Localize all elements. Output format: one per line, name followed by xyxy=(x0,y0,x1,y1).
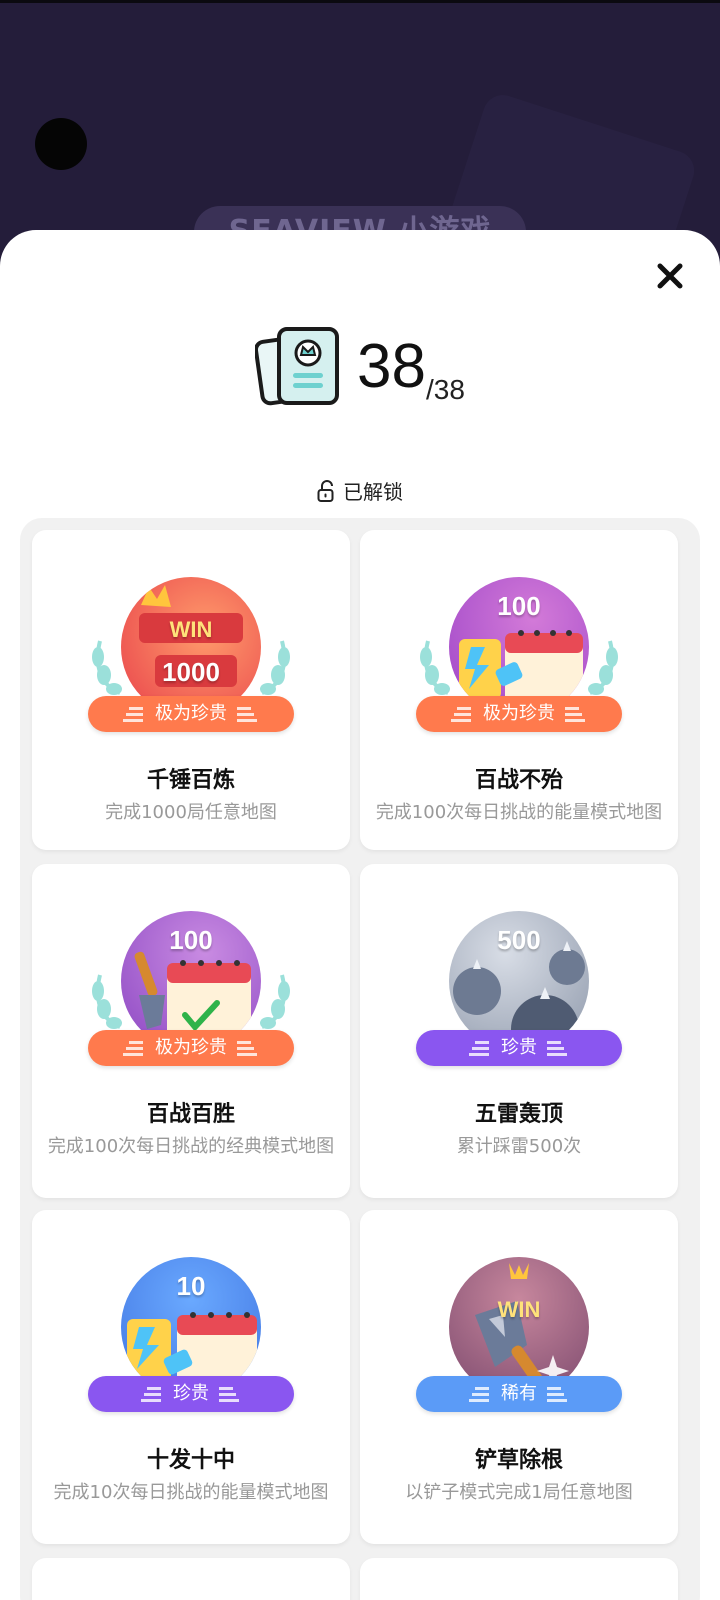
badge: 500 珍贵 xyxy=(360,864,678,1074)
achievement-title: 百战百胜 xyxy=(146,1102,235,1127)
achievements-sheet: 38 /38 已解锁 WIN 1000 极为珍贵 千锤百炼 完成1000局任意地… xyxy=(0,230,720,1600)
rarity-label: 珍贵 xyxy=(501,1037,537,1058)
medal-number: 100 xyxy=(497,591,541,621)
status-line xyxy=(0,0,720,3)
badge: 10 珍贵 xyxy=(32,1210,350,1420)
achievement-card[interactable] xyxy=(360,1558,678,1600)
achievement-card[interactable]: WIN 稀有 铲草除根 以铲子模式完成1局任意地图 xyxy=(360,1210,678,1544)
achievement-description: 完成10次每日挑战的能量模式地图 xyxy=(53,1482,329,1503)
badge: 100 极为珍贵 xyxy=(32,864,350,1074)
rarity-bars-icon xyxy=(469,1041,489,1056)
achievement-card[interactable] xyxy=(32,1558,350,1600)
rarity-badge: 极为珍贵 xyxy=(416,696,622,732)
achievement-card[interactable]: 10 珍贵 十发十中 完成10次每日挑战的能量模式地图 xyxy=(32,1210,350,1544)
unlocked-count: 38 xyxy=(357,332,427,401)
total-count: /38 xyxy=(426,374,465,405)
achievement-card[interactable]: 500 珍贵 五雷轰顶 累计踩雷500次 xyxy=(360,864,678,1198)
rarity-label: 珍贵 xyxy=(173,1383,209,1404)
achievement-title: 五雷轰顶 xyxy=(474,1102,563,1127)
avatar[interactable] xyxy=(35,118,87,170)
rarity-label: 极为珍贵 xyxy=(483,703,555,724)
achievement-description: 完成100次每日挑战的能量模式地图 xyxy=(375,802,663,823)
unlock-icon xyxy=(317,479,334,502)
achievement-description: 以铲子模式完成1局任意地图 xyxy=(405,1482,633,1503)
rarity-badge: 极为珍贵 xyxy=(88,1030,294,1066)
rarity-bars-icon xyxy=(547,1041,567,1056)
rarity-bars-icon xyxy=(141,1387,161,1402)
achievement-card[interactable]: 100 极为珍贵 百战百胜 完成100次每日挑战的经典模式地图 xyxy=(32,864,350,1198)
achievement-title: 百战不殆 xyxy=(474,768,563,793)
rarity-label: 极为珍贵 xyxy=(155,1037,227,1058)
close-icon xyxy=(657,263,683,289)
achievement-title: 千锤百炼 xyxy=(146,768,235,793)
rarity-bars-icon xyxy=(469,1387,489,1402)
badge: 100 极为珍贵 xyxy=(360,530,678,740)
rarity-bars-icon xyxy=(123,707,143,722)
achievements-grid: WIN 1000 极为珍贵 千锤百炼 完成1000局任意地图 100 极为珍贵 … xyxy=(20,518,700,1600)
rarity-bars-icon xyxy=(123,1041,143,1056)
achievement-title: 十发十中 xyxy=(146,1448,235,1473)
close-button[interactable] xyxy=(652,258,688,294)
section-label-text: 已解锁 xyxy=(343,480,403,504)
achievement-description: 累计踩雷500次 xyxy=(456,1136,582,1157)
rarity-badge: 珍贵 xyxy=(416,1030,622,1066)
achievement-card[interactable]: WIN 1000 极为珍贵 千锤百炼 完成1000局任意地图 xyxy=(32,530,350,850)
rarity-badge: 极为珍贵 xyxy=(88,696,294,732)
achievement-cards-icon xyxy=(255,327,340,406)
achievement-card[interactable]: 100 极为珍贵 百战不殆 完成100次每日挑战的能量模式地图 xyxy=(360,530,678,850)
medal-number: 10 xyxy=(176,1271,206,1301)
achievement-title: 铲草除根 xyxy=(474,1448,563,1473)
rarity-badge: 珍贵 xyxy=(88,1376,294,1412)
medal-number: 500 xyxy=(497,925,541,955)
rarity-bars-icon xyxy=(451,707,471,722)
medal-win-text: WIN xyxy=(497,1297,541,1322)
badge: WIN 稀有 xyxy=(360,1210,678,1420)
section-unlocked-label: 已解锁 xyxy=(0,476,720,505)
rarity-badge: 稀有 xyxy=(416,1376,622,1412)
rarity-bars-icon xyxy=(547,1387,567,1402)
achievement-description: 完成1000局任意地图 xyxy=(105,802,277,823)
rarity-bars-icon xyxy=(237,1041,257,1056)
rarity-label: 稀有 xyxy=(501,1383,537,1404)
rarity-bars-icon xyxy=(565,707,585,722)
rarity-label: 极为珍贵 xyxy=(155,703,227,724)
background-app: SEAVIEW 小游戏 xyxy=(0,0,720,260)
badge: WIN 1000 极为珍贵 xyxy=(32,530,350,740)
medal-number: 100 xyxy=(169,925,213,955)
achievement-description: 完成100次每日挑战的经典模式地图 xyxy=(47,1136,335,1157)
rarity-bars-icon xyxy=(219,1387,239,1402)
rarity-bars-icon xyxy=(237,707,257,722)
unlock-summary: 38 /38 xyxy=(0,322,720,412)
